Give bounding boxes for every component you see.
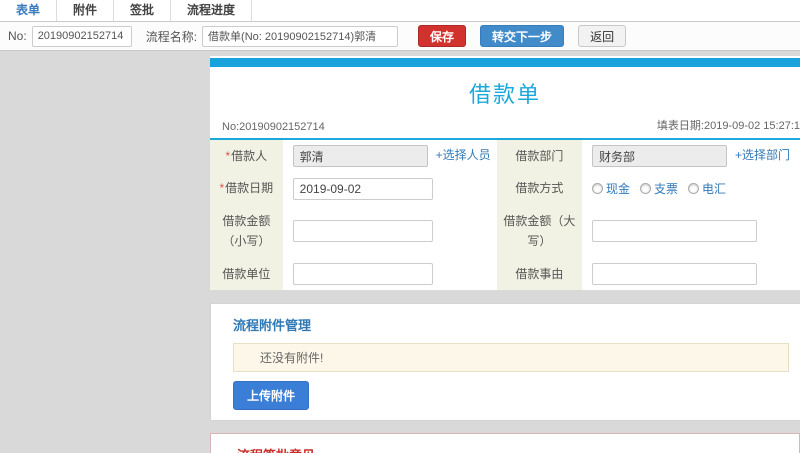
- amount-uppercase-input[interactable]: [591, 220, 757, 243]
- loan-unit-input[interactable]: [292, 262, 433, 285]
- action-toolbar: No: 流程名称: 保存 转交下一步 返回: [0, 22, 800, 51]
- loan-date-label: *借款日期: [210, 172, 283, 205]
- table-row: *借款日期 借款方式 现金 支票 电汇: [210, 172, 800, 205]
- form-top-accent-bar: [210, 58, 800, 67]
- select-person-link[interactable]: +选择人员: [436, 148, 491, 162]
- radio-wire[interactable]: 电汇: [688, 180, 726, 197]
- table-row: *借款人 +选择人员 借款部门 +选择部门: [210, 140, 800, 173]
- loan-reason-label: 借款事由: [496, 257, 582, 290]
- tab-bar: 表单 附件 签批 流程进度: [0, 0, 800, 22]
- attachment-panel: 流程附件管理 还没有附件! 上传附件: [210, 302, 800, 421]
- loan-form-panel: 借款单 No:20190902152714 填表日期:2019-09-02 15…: [210, 56, 800, 290]
- select-department-link[interactable]: +选择部门: [735, 148, 790, 162]
- tab-progress[interactable]: 流程进度: [171, 0, 253, 21]
- department-label: 借款部门: [496, 140, 582, 173]
- loan-form-table: *借款人 +选择人员 借款部门 +选择部门 *借款日期 借款方式 现金: [210, 140, 800, 290]
- radio-cheque[interactable]: 支票: [640, 180, 678, 197]
- required-mark: *: [225, 149, 231, 163]
- required-mark: *: [219, 181, 225, 196]
- forward-next-step-button[interactable]: 转交下一步: [480, 25, 565, 47]
- amount-lowercase-input[interactable]: [292, 220, 433, 243]
- radio-cash[interactable]: 现金: [591, 180, 630, 197]
- form-meta-row: No:20190902152714 填表日期:2019-09-02 15:27:…: [210, 115, 800, 140]
- loan-method-label: 借款方式: [496, 172, 582, 205]
- radio-icon[interactable]: [591, 183, 603, 195]
- approval-section-title: 流程签批意见: [237, 445, 799, 453]
- tab-form[interactable]: 表单: [0, 0, 58, 21]
- no-input[interactable]: [31, 25, 132, 47]
- borrower-input[interactable]: [292, 145, 428, 168]
- loan-reason-input[interactable]: [591, 262, 757, 285]
- amount-uppercase-label: 借款金额（大写）: [496, 204, 582, 258]
- loan-unit-label: 借款单位: [210, 257, 283, 290]
- form-fill-date: 填表日期:2019-09-02 15:27:1: [656, 120, 800, 132]
- approval-panel: 流程签批意见 B I abc ⚑: [210, 432, 800, 453]
- department-input[interactable]: [591, 145, 727, 168]
- upload-attachment-button[interactable]: 上传附件: [233, 380, 310, 410]
- no-attachment-alert: 还没有附件!: [233, 342, 789, 372]
- form-title: 借款单: [468, 82, 541, 107]
- radio-icon[interactable]: [688, 183, 700, 195]
- no-label: No:: [8, 29, 27, 43]
- borrower-label: *借款人: [210, 140, 283, 173]
- form-doc-no: No:20190902152714: [222, 121, 325, 133]
- save-button[interactable]: 保存: [418, 25, 467, 47]
- process-name-label: 流程名称:: [145, 29, 198, 44]
- process-name-input[interactable]: [202, 25, 399, 47]
- table-row: 借款金额（小写） 借款金额（大写）: [210, 204, 800, 258]
- tab-attachment[interactable]: 附件: [57, 0, 115, 21]
- table-row: 借款单位 借款事由: [210, 257, 800, 290]
- back-button[interactable]: 返回: [578, 25, 627, 47]
- main-content: 借款单 No:20190902152714 填表日期:2019-09-02 15…: [0, 51, 800, 453]
- loan-method-radio-group: 现金 支票 电汇: [591, 180, 726, 197]
- attachment-section-title: 流程附件管理: [233, 317, 312, 333]
- loan-date-input[interactable]: [292, 177, 433, 200]
- radio-icon[interactable]: [640, 183, 651, 195]
- amount-lowercase-label: 借款金额（小写）: [210, 204, 283, 258]
- tab-sign[interactable]: 签批: [114, 0, 172, 21]
